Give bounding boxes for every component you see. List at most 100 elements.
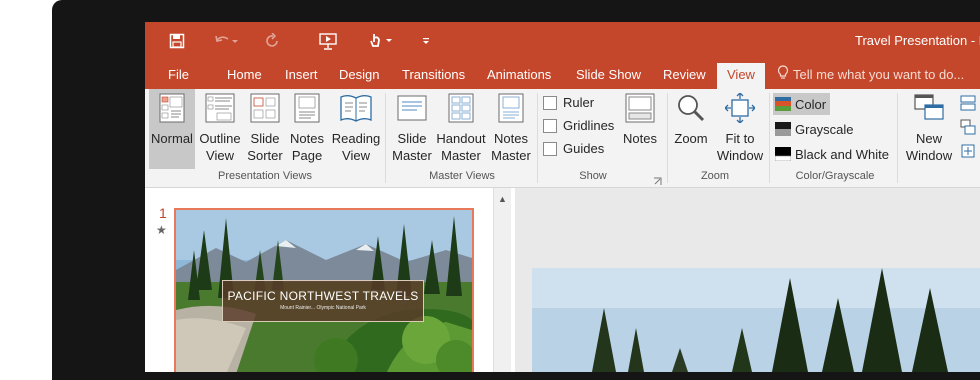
black-white-swatch-icon [775,147,791,161]
new-window-icon [901,93,957,127]
presentation-views-group-label: Presentation Views [218,170,312,182]
color-label: Color [795,96,827,112]
outline-view-icon [197,93,243,127]
zoom-group-label: Zoom [700,170,730,182]
ribbon-view: Normal Outline View Slide Sorter Notes P… [145,89,980,188]
gridlines-checkbox[interactable]: Gridlines [543,118,614,133]
tell-me-search[interactable]: Tell me what you want to do... [777,60,964,89]
reading-view-button[interactable]: Reading View [331,89,381,169]
main-slide-photo [532,268,980,372]
checkbox-box [543,118,557,133]
slide-sorter-label-1: Slide [250,131,280,146]
normal-label: Normal [151,131,193,146]
tell-me-text: Tell me what you want to do... [793,67,965,82]
notes-page-label-1: Notes [290,131,324,146]
grayscale-button[interactable]: Grayscale [773,118,856,140]
start-from-beginning-icon[interactable] [317,31,339,51]
handout-master-icon [433,93,489,127]
handout-master-label-2: Master [441,148,481,163]
touch-mode-icon[interactable] [367,31,397,51]
slide-thumbnail-1[interactable]: PACIFIC NORTHWEST TRAVELS Mount Rainier.… [174,208,474,372]
zoom-button[interactable]: Zoom [671,89,711,169]
tab-insert[interactable]: Insert [285,60,318,89]
save-icon[interactable] [167,31,187,51]
scroll-up-arrow-icon[interactable]: ▲ [494,192,511,206]
show-group-label: Show [579,170,607,182]
redo-icon[interactable] [263,31,283,51]
notes-master-icon [489,93,533,127]
slide-master-label-1: Slide [397,131,427,146]
cascade-icon[interactable] [960,119,978,137]
grayscale-swatch-icon [775,122,791,136]
tab-design[interactable]: Design [339,60,379,89]
grayscale-label: Grayscale [795,121,854,137]
slide-sorter-button[interactable]: Slide Sorter [245,89,285,169]
guides-checkbox[interactable]: Guides [543,141,604,156]
tab-file[interactable]: File [168,60,189,89]
black-and-white-button[interactable]: Black and White [773,143,891,165]
tab-home[interactable]: Home [227,60,262,89]
tab-transitions[interactable]: Transitions [402,60,465,89]
thumbnail-scrollbar[interactable]: ▲ [493,188,511,372]
group-divider [897,93,898,183]
handout-master-button[interactable]: Handout Master [433,89,489,169]
reading-view-icon [331,93,381,127]
tab-animations[interactable]: Animations [487,60,551,89]
master-views-group-label: Master Views [429,170,495,182]
slide-master-button[interactable]: Slide Master [391,89,433,169]
main-slide-canvas[interactable] [532,268,980,372]
normal-view-button[interactable]: Normal [149,89,195,169]
group-divider [385,93,386,183]
new-window-label-2: Window [905,148,953,163]
ruler-label: Ruler [563,95,595,110]
ribbon-tabs: File Home Insert Design Transitions Anim… [145,60,980,89]
outline-view-button[interactable]: Outline View [197,89,243,169]
new-window-label-1: New [915,131,942,146]
outline-label-2: View [206,148,234,163]
outline-label-1: Outline [199,131,241,146]
animation-star-icon: ★ [156,223,167,237]
slide-sorter-icon [245,93,285,127]
group-divider [667,93,668,183]
customize-qat-icon[interactable] [419,31,433,51]
tab-view[interactable]: View [717,63,765,89]
checkbox-box [543,141,557,156]
move-split-icon[interactable] [960,143,978,161]
normal-view-icon [149,93,195,127]
undo-icon[interactable] [211,31,241,51]
title-bar: Travel Presentation - P [145,22,980,60]
notes-button[interactable]: Notes [619,89,661,169]
notes-label: Notes [623,131,657,146]
show-dialog-launcher-icon[interactable] [653,173,663,185]
slide-sorter-label-2: Sorter [247,148,283,163]
slide-master-label-2: Master [392,148,432,163]
notes-page-icon [287,93,327,127]
color-button[interactable]: Color [773,93,831,115]
reading-view-label-2: View [342,148,370,163]
magnifier-icon [671,93,711,127]
notes-master-label-1: Notes [494,131,528,146]
thumbnail-title-box: PACIFIC NORTHWEST TRAVELS Mount Rainier.… [222,280,424,322]
tab-slide-show[interactable]: Slide Show [576,60,641,89]
thumbnail-title: PACIFIC NORTHWEST TRAVELS [227,289,419,303]
tab-review[interactable]: Review [663,60,706,89]
thumbnail-subtitle: Mount Rainier... Olympic National Park [280,305,366,311]
notes-icon [619,93,661,127]
slide-number: 1 [159,205,167,221]
notes-master-label-2: Master [491,148,531,163]
arrange-all-icon[interactable] [960,95,978,113]
notes-master-button[interactable]: Notes Master [489,89,533,169]
slide-master-icon [391,93,433,127]
fit-to-window-icon [715,92,765,127]
new-window-button[interactable]: New Window [901,89,957,169]
notes-page-button[interactable]: Notes Page [287,89,327,169]
reading-view-label-1: Reading [331,131,381,146]
window-title: Travel Presentation - P [855,33,980,48]
fit-to-window-label-2: Window [716,148,764,163]
checkbox-box [543,95,557,110]
handout-master-label-1: Handout [436,131,486,146]
notes-page-label-2: Page [291,148,323,163]
fit-to-window-button[interactable]: Fit to Window [715,89,765,169]
fit-to-window-label-1: Fit to [725,131,755,146]
ruler-checkbox[interactable]: Ruler [543,95,594,110]
